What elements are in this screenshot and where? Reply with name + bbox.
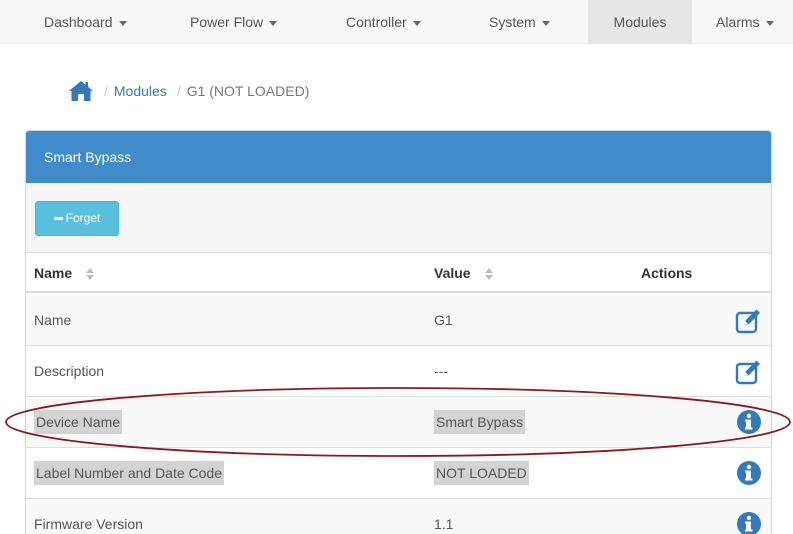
row-name: Description [34, 363, 105, 379]
row-name: Name [34, 312, 72, 328]
table-row: Label Number and Date Code NOT LOADED [26, 448, 771, 499]
info-icon[interactable] [735, 408, 763, 436]
info-icon[interactable] [735, 510, 763, 534]
nav-dashboard[interactable]: Dashboard [44, 0, 127, 44]
nav-alarms-label: Alarms [716, 14, 760, 30]
table-row: Name G1 [26, 295, 771, 346]
sort-icon[interactable] [484, 268, 493, 281]
column-header-value[interactable]: Value [434, 253, 493, 293]
nav-system-label: System [489, 14, 536, 30]
nav-power-flow-label: Power Flow [190, 14, 264, 30]
nav-controller-label: Controller [346, 14, 407, 30]
chevron-down-icon [269, 20, 278, 26]
breadcrumb-modules-link[interactable]: Modules [114, 83, 167, 99]
chevron-down-icon [412, 20, 421, 26]
table-header: Name Value Actions [26, 253, 771, 293]
table-row: Description --- [26, 346, 771, 397]
info-icon[interactable] [735, 459, 763, 487]
row-value: NOT LOADED [434, 461, 529, 485]
nav-controller[interactable]: Controller [346, 0, 421, 44]
minus-icon [53, 217, 63, 221]
row-value: G1 [434, 312, 453, 328]
top-navbar: Dashboard Power Flow Controller System M… [0, 0, 793, 44]
nav-power-flow[interactable]: Power Flow [190, 0, 278, 44]
nav-alarms[interactable]: Alarms [716, 0, 774, 44]
row-name: Firmware Version [34, 516, 143, 532]
edit-icon[interactable] [735, 357, 763, 385]
column-header-actions: Actions [641, 253, 692, 293]
nav-system[interactable]: System [489, 0, 550, 44]
chevron-down-icon [765, 20, 774, 26]
chevron-down-icon [541, 20, 550, 26]
chevron-down-icon [118, 20, 127, 26]
breadcrumb: / Modules / G1 (NOT LOADED) [68, 80, 309, 102]
table-row: Device Name Smart Bypass [26, 397, 771, 448]
forget-button[interactable]: Forget [35, 201, 119, 236]
module-panel: Smart Bypass Forget Name Value Actions N… [25, 130, 772, 534]
row-name: Label Number and Date Code [34, 461, 225, 485]
sort-icon[interactable] [86, 268, 95, 281]
home-icon[interactable] [68, 80, 94, 102]
column-header-value-label: Value [434, 265, 471, 281]
panel-title: Smart Bypass [26, 131, 771, 183]
edit-icon[interactable] [735, 306, 763, 334]
table-row: Firmware Version 1.1 [26, 499, 771, 534]
nav-dashboard-label: Dashboard [44, 14, 113, 30]
row-name: Device Name [34, 410, 123, 434]
column-header-name[interactable]: Name [34, 253, 95, 293]
column-header-actions-label: Actions [641, 265, 693, 281]
breadcrumb-separator: / [104, 83, 108, 99]
breadcrumb-current: G1 (NOT LOADED) [186, 83, 310, 99]
row-value: Smart Bypass [434, 410, 526, 434]
nav-modules-label: Modules [613, 14, 667, 30]
panel-toolbar: Forget [26, 183, 771, 253]
nav-modules[interactable]: Modules [588, 0, 692, 44]
row-value: --- [434, 363, 448, 379]
column-header-name-label: Name [34, 265, 73, 281]
breadcrumb-separator: / [176, 83, 181, 99]
forget-button-label: Forget [65, 211, 101, 225]
row-value: 1.1 [434, 516, 454, 532]
